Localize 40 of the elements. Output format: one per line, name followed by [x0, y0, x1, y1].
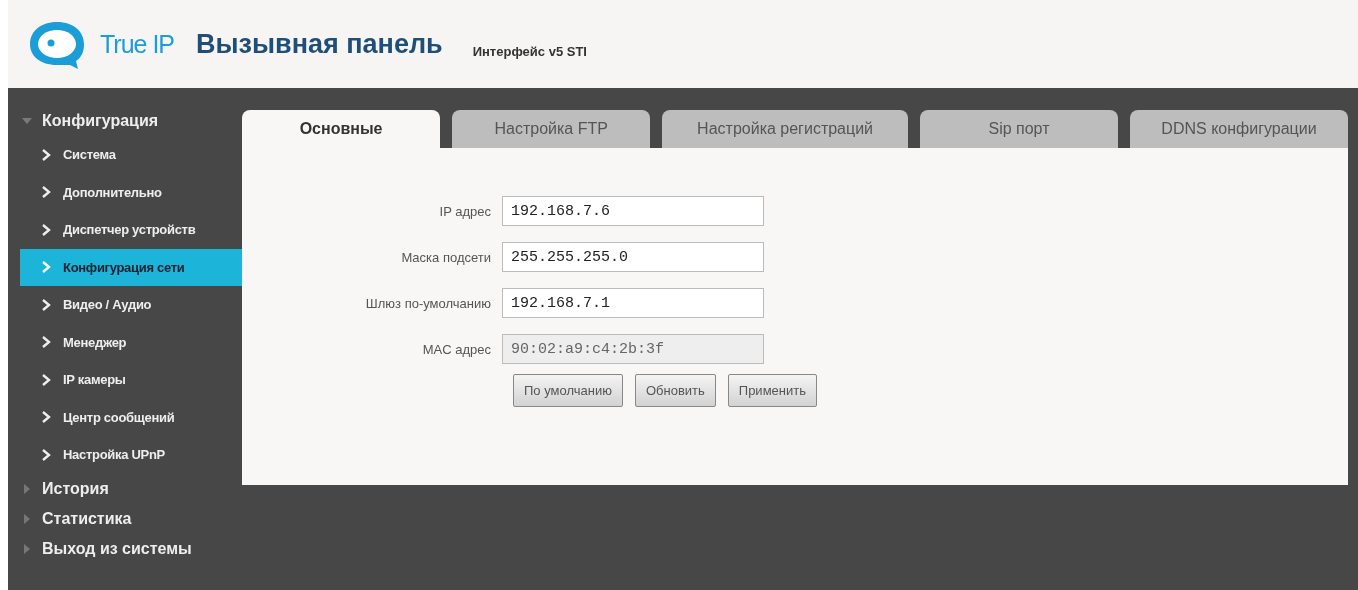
page-title: Вызывная панель	[196, 28, 443, 60]
sidebar-section[interactable]: Конфигурация	[8, 106, 242, 136]
input-field[interactable]: 192.168.7.1	[502, 288, 764, 318]
action-button[interactable]: По умолчанию	[513, 374, 623, 407]
field-label: MAC адрес	[421, 341, 492, 357]
logo-text: True IP	[100, 29, 175, 59]
sidebar-item[interactable]: IP камеры	[20, 361, 242, 399]
chevron-icon	[42, 411, 51, 424]
sidebar-item[interactable]: Настройка UPnP	[20, 436, 242, 474]
sidebar-item[interactable]: Менеджер	[20, 323, 242, 361]
chevron-icon	[42, 448, 51, 461]
chevron-icon	[42, 223, 51, 236]
tab[interactable]: Sip порт	[919, 110, 1119, 148]
input-field[interactable]: 192.168.7.6	[502, 196, 764, 226]
tab[interactable]: DDNS конфигурации	[1130, 110, 1348, 148]
tab[interactable]: Основные	[242, 110, 441, 148]
tab[interactable]: Настройка регистраций	[662, 110, 908, 148]
sidebar-item[interactable]: Диспетчер устройств	[20, 211, 242, 249]
sidebar-item[interactable]: Видео / Аудио	[20, 286, 242, 324]
field-label: Маска подсети	[400, 249, 492, 265]
action-button[interactable]: Обновить	[634, 374, 716, 407]
chevron-icon	[42, 298, 51, 311]
chevron-icon	[42, 261, 51, 274]
sidebar-item[interactable]: Дополнительно	[20, 173, 242, 211]
chevron-icon	[42, 336, 51, 349]
input-field[interactable]: 255.255.255.0	[502, 242, 764, 272]
sidebar-item[interactable]: Система	[20, 136, 242, 174]
sidebar-item[interactable]: Центр сообщений	[20, 398, 242, 436]
chevron-icon	[42, 373, 51, 386]
field-label: IP адрес	[438, 203, 492, 219]
sidebar-section[interactable]: История	[8, 473, 242, 504]
chevron-icon	[42, 186, 51, 199]
action-button[interactable]: Применить	[727, 374, 817, 407]
sidebar-section[interactable]: Выход из системы	[8, 533, 242, 564]
field-label: Шлюз по-умолчанию	[364, 295, 492, 311]
chevron-icon	[42, 148, 51, 161]
tab[interactable]: Настройка FTP	[452, 110, 651, 148]
page-subtitle: Интерфейс v5 STI	[472, 43, 587, 59]
sidebar-item[interactable]: Конфигурация сети	[20, 248, 242, 286]
sidebar-section[interactable]: Статистика	[8, 503, 242, 534]
